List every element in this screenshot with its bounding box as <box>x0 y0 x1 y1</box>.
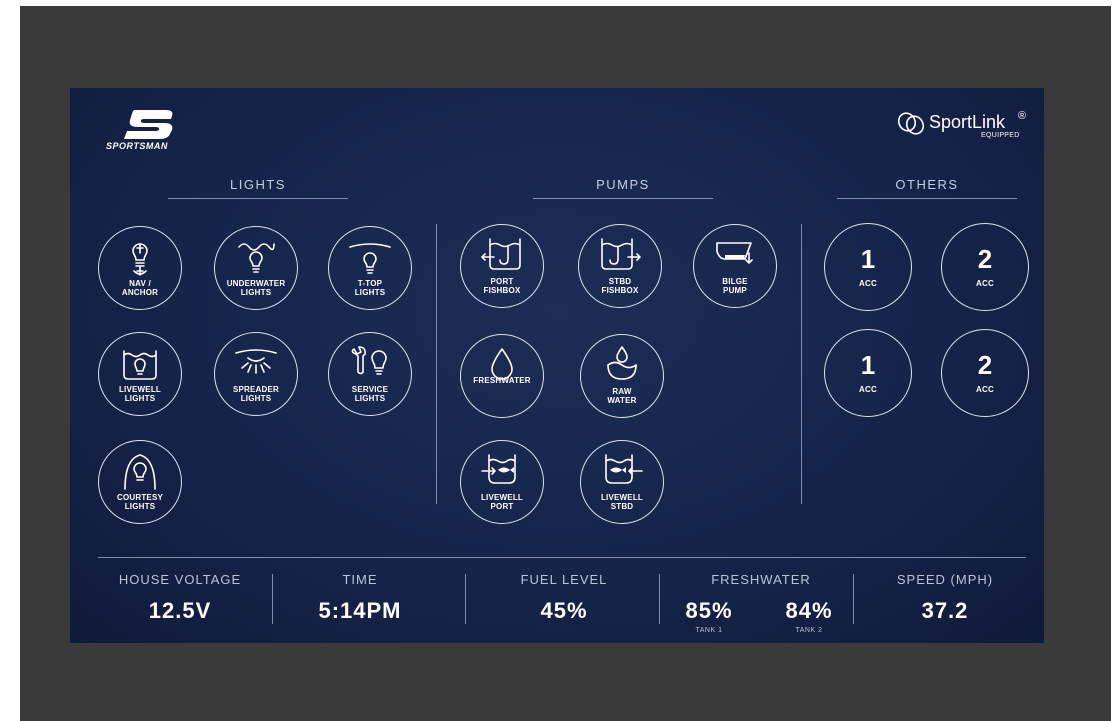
sportlink-name: SportLink <box>929 112 1006 132</box>
freshwater-label: FRESHWATER <box>473 376 531 385</box>
courtesy-lights-button[interactable]: COURTESY LIGHTS <box>98 440 182 524</box>
house-voltage-value: 12.5V <box>148 598 212 623</box>
sportsman-logo-text: SPORTSMAN <box>106 141 168 151</box>
acc-2-number: 2 <box>977 244 993 274</box>
tank1-value: 85% <box>685 598 733 623</box>
acc-3-button[interactable]: 1 ACC <box>824 329 912 417</box>
stbd-fishbox-label: STBD FISHBOX <box>601 277 639 295</box>
fuel-level-label: FUEL LEVEL <box>520 572 608 587</box>
port-fishbox-label: PORT FISHBOX <box>483 277 521 295</box>
port-fishbox-icon <box>481 238 521 270</box>
underwater-lights-label: UNDERWATER LIGHTS <box>226 279 286 297</box>
acc-4-button[interactable]: 2 ACC <box>941 329 1029 417</box>
lights-pumps-divider <box>436 224 437 504</box>
stbd-fishbox-icon <box>601 238 641 270</box>
status-bar-divider <box>98 557 1026 558</box>
port-fishbox-button[interactable]: PORT FISHBOX <box>460 224 544 308</box>
sportlink-equipped: EQUIPPED <box>981 132 1020 139</box>
pumps-title-underline <box>533 198 713 199</box>
sportsman-logo: SPORTSMAN <box>104 108 199 153</box>
underwater-bulb-icon <box>238 243 275 273</box>
bilge-pump-label: BILGE PUMP <box>722 277 748 295</box>
time-label: TIME <box>342 572 378 587</box>
speed-value: 37.2 <box>921 598 969 623</box>
spreader-light-icon <box>235 349 277 374</box>
acc-3-number: 1 <box>860 350 876 380</box>
stbd-fishbox-button[interactable]: STBD FISHBOX <box>578 224 662 308</box>
service-lights-label: SERVICE LIGHTS <box>351 385 389 403</box>
tank1-label: TANK 1 <box>695 627 723 634</box>
lights-title-underline <box>168 198 348 199</box>
livewell-stbd-icon <box>605 454 643 484</box>
service-lights-button[interactable]: SERVICE LIGHTS <box>328 332 412 416</box>
status-divider-1 <box>272 574 273 624</box>
ttop-lights-label: T-TOP LIGHTS <box>354 279 386 297</box>
sportlink-logo: SportLink ® EQUIPPED <box>896 108 1036 148</box>
pumps-others-divider <box>801 224 802 504</box>
speed-label: SPEED (MPH) <box>896 572 994 587</box>
nav-anchor-lights-button[interactable]: NAV / ANCHOR <box>98 226 182 310</box>
status-divider-3 <box>659 574 660 624</box>
lights-section-title: LIGHTS <box>230 177 286 192</box>
others-section-title: OTHERS <box>895 177 959 192</box>
others-title-underline <box>837 198 1017 199</box>
raw-water-icon <box>607 346 637 380</box>
raw-water-pump-button[interactable]: RAW WATER <box>580 334 664 418</box>
spreader-lights-label: SPREADER LIGHTS <box>232 385 280 403</box>
ttop-lights-button[interactable]: T-TOP LIGHTS <box>328 226 412 310</box>
livewell-bulb-icon <box>123 350 157 380</box>
bilge-pump-icon <box>716 242 753 264</box>
underwater-lights-button[interactable]: UNDERWATER LIGHTS <box>214 226 298 310</box>
courtesy-lights-label: COURTESY LIGHTS <box>116 493 164 511</box>
pumps-section-title: PUMPS <box>596 177 650 192</box>
tank2-value: 84% <box>785 598 833 623</box>
acc-1-button[interactable]: 1 ACC <box>824 223 912 311</box>
status-divider-4 <box>853 574 854 624</box>
sportlink-link-icon <box>897 112 925 135</box>
livewell-stbd-button[interactable]: LIVEWELL STBD <box>580 440 664 524</box>
registered-mark: ® <box>1018 110 1027 122</box>
anchor-bulb-icon <box>132 243 148 276</box>
livewell-port-icon <box>481 454 516 484</box>
acc-2-label: ACC <box>976 279 994 288</box>
livewell-lights-label: LIVEWELL LIGHTS <box>118 385 162 403</box>
ttop-bulb-icon <box>349 243 391 274</box>
time-value: 5:14PM <box>318 598 402 623</box>
courtesy-bulb-icon <box>124 454 156 490</box>
fuel-level-value: 45% <box>540 598 588 623</box>
status-divider-2 <box>465 574 466 624</box>
livewell-port-button[interactable]: LIVEWELL PORT <box>460 440 544 524</box>
freshwater-stat-label: FRESHWATER <box>711 572 811 587</box>
livewell-lights-button[interactable]: LIVEWELL LIGHTS <box>98 332 182 416</box>
freshwater-pump-button[interactable]: FRESHWATER <box>460 334 544 418</box>
acc-1-number: 1 <box>860 244 876 274</box>
acc-1-label: ACC <box>859 279 877 288</box>
acc-4-number: 2 <box>977 350 993 380</box>
helm-display-screen: SPORTSMAN SportLink ® EQUIPPED LIGHTS PU… <box>70 88 1044 643</box>
tank2-label: TANK 2 <box>795 627 823 634</box>
acc-3-label: ACC <box>859 385 877 394</box>
livewell-port-label: LIVEWELL PORT <box>480 493 524 511</box>
bilge-pump-button[interactable]: BILGE PUMP <box>693 224 777 308</box>
wrench-bulb-icon <box>351 346 387 375</box>
spreader-lights-button[interactable]: SPREADER LIGHTS <box>214 332 298 416</box>
raw-water-label: RAW WATER <box>607 387 637 405</box>
livewell-stbd-label: LIVEWELL STBD <box>600 493 644 511</box>
acc-4-label: ACC <box>976 385 994 394</box>
house-voltage-label: HOUSE VOLTAGE <box>118 572 242 587</box>
acc-2-button[interactable]: 2 ACC <box>941 223 1029 311</box>
nav-anchor-label: NAV / ANCHOR <box>121 279 159 297</box>
